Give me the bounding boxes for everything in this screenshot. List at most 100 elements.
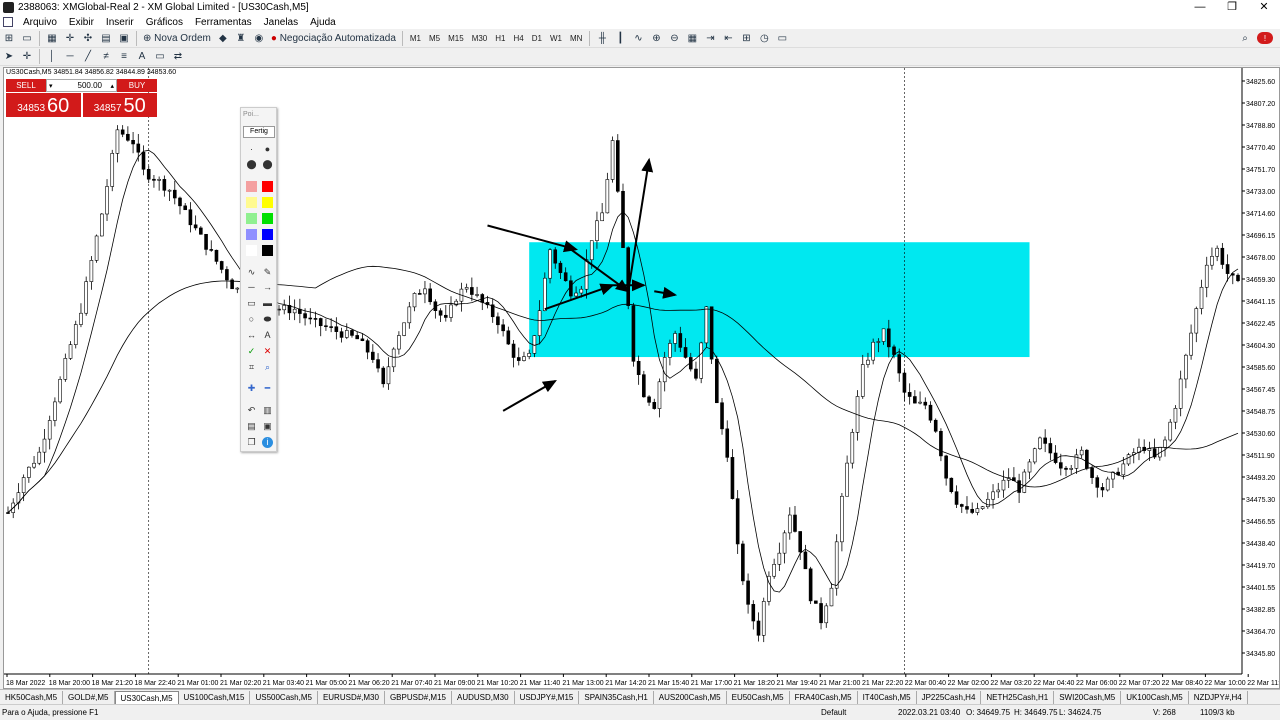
minimize-button[interactable]: — [1184,0,1216,15]
chart-tab[interactable]: GOLD#,M5 [63,690,115,704]
print-icon[interactable]: ▤ [246,421,257,432]
color-light-yellow[interactable] [246,197,257,208]
chart-tab[interactable]: SWI20Cash,M5 [1054,690,1122,704]
bar-chart-icon[interactable]: ╫ [594,30,610,46]
timeframe-h1[interactable]: H1 [491,34,509,43]
ellipse-icon[interactable]: ○ [246,314,257,325]
price-chart[interactable]: 34825.60 34807.20 34788.80 34770.40 34751.70… [4,68,1279,688]
crop-icon[interactable]: ⌗ [246,362,257,373]
lot-size-input[interactable]: ▾ 500.00 ▴ [46,79,117,92]
timeframe-m5[interactable]: M5 [425,34,444,43]
done-button[interactable]: Fertig [243,126,275,138]
color-light-green[interactable] [246,213,257,224]
timeframe-m1[interactable]: M1 [406,34,425,43]
candlestick-icon[interactable]: ┃ [612,30,628,46]
dot-xlarge-icon[interactable]: ⬤ [262,159,273,170]
color-black[interactable] [262,245,273,256]
timeframe-w1[interactable]: W1 [546,34,566,43]
dot-large-icon[interactable]: ⬤ [246,159,257,170]
zoom-out-icon[interactable]: ⊖ [666,30,682,46]
freehand-icon[interactable]: ∿ [246,267,257,278]
horizontal-line-icon[interactable]: ─ [62,49,78,65]
chart-tab[interactable]: UK100Cash,M5 [1121,690,1189,704]
menu-janelas[interactable]: Janelas [258,17,304,28]
label-icon[interactable]: ▭ [152,49,168,65]
tester-icon[interactable]: ▣ [116,30,132,46]
color-white[interactable] [246,245,257,256]
auto-scroll-icon[interactable]: ⇥ [702,30,718,46]
chart-tab[interactable]: HK50Cash,M5 [0,690,64,704]
search-icon[interactable]: ⌕ [1237,30,1253,46]
indicators-icon[interactable]: ⊞ [738,30,754,46]
line-chart-icon[interactable]: ∿ [630,30,646,46]
minus-icon[interactable]: ━ [262,383,273,394]
periods-icon[interactable]: ◷ [756,30,772,46]
chart-tab[interactable]: GBPUSD#,M15 [385,690,452,704]
lot-up-icon[interactable]: ▴ [110,81,114,92]
timeframe-d1[interactable]: D1 [528,34,546,43]
restore-button[interactable]: ❐ [1216,0,1248,15]
save-icon[interactable]: ▣ [262,421,273,432]
chart-tab[interactable]: US30Cash,M5 [114,690,179,704]
document-icon[interactable] [3,17,13,27]
chart-tab[interactable]: USDJPY#,M15 [515,690,580,704]
navigator-icon[interactable]: ✣ [80,30,96,46]
crosshair-icon[interactable]: ✛ [19,49,35,65]
templates-icon[interactable]: ▭ [774,30,790,46]
chart-tab[interactable]: JP225Cash,H4 [917,690,982,704]
trash-icon[interactable]: ▥ [262,405,273,416]
terminal-icon[interactable]: ▤ [98,30,114,46]
color-light-blue[interactable] [246,229,257,240]
menu-inserir[interactable]: Inserir [100,17,140,28]
chart-tab[interactable]: US500Cash,M5 [250,690,318,704]
dot-medium-icon[interactable]: ● [262,144,273,155]
signals-icon[interactable]: ♜ [233,30,249,46]
color-red[interactable] [262,181,273,192]
checkmark-icon[interactable]: ✓ [246,346,257,357]
chart-tab[interactable]: NZDJPY#,H4 [1189,690,1248,704]
chart-tab[interactable]: AUS200Cash,M5 [654,690,727,704]
plus-icon[interactable]: ✚ [246,383,257,394]
notification-icon[interactable]: ! [1257,32,1273,44]
metaeditor-icon[interactable]: ◆ [215,30,231,46]
chart-tab[interactable]: US100Cash,M15 [179,690,251,704]
arrows-icon[interactable]: ⇄ [170,49,186,65]
filled-rectangle-icon[interactable]: ▬ [262,298,273,309]
dot-small-icon[interactable]: · [246,144,257,155]
data-window-icon[interactable]: ✛ [62,30,78,46]
channel-icon[interactable]: ≠ [98,49,114,65]
color-blue[interactable] [262,229,273,240]
arrow-line-icon[interactable]: → [262,282,273,293]
menu-arquivo[interactable]: Arquivo [17,17,63,28]
close-button[interactable]: ✕ [1248,0,1280,15]
info-icon[interactable]: i [262,437,273,448]
chart-tab[interactable]: SPAIN35Cash,H1 [579,690,654,704]
menu-graficos[interactable]: Gráficos [140,17,189,28]
color-light-red[interactable] [246,181,257,192]
trendline-icon[interactable]: ╱ [80,49,96,65]
chart-tab[interactable]: NETH25Cash,H1 [981,690,1055,704]
text-tool-icon[interactable]: A [262,330,273,341]
menu-ferramentas[interactable]: Ferramentas [189,17,258,28]
buy-button[interactable]: BUY [117,79,157,92]
timeframe-h4[interactable]: H4 [509,34,527,43]
cross-icon[interactable]: ✕ [262,346,273,357]
color-green[interactable] [262,213,273,224]
timeframe-mn[interactable]: MN [566,34,586,43]
text-icon[interactable]: A [134,49,150,65]
cursor-icon[interactable]: ➤ [1,49,17,65]
sell-button[interactable]: SELL [6,79,46,92]
timeframe-m15[interactable]: M15 [444,34,468,43]
market-watch-icon[interactable]: ▦ [44,30,60,46]
chart-tab[interactable]: EURUSD#,M30 [318,690,385,704]
chart-tab[interactable]: FRA40Cash,M5 [790,690,858,704]
chart-tab[interactable]: IT40Cash,M5 [858,690,917,704]
pencil-icon[interactable]: ✎ [262,267,273,278]
buy-price[interactable]: 34857 50 [82,93,157,117]
double-arrow-icon[interactable]: ↔ [246,330,257,341]
chart-shift-icon[interactable]: ⇤ [720,30,736,46]
fibonacci-icon[interactable]: ≡ [116,49,132,65]
market-icon[interactable]: ◉ [251,30,267,46]
lot-down-icon[interactable]: ▾ [49,81,53,92]
new-order-button[interactable]: ⊕ Nova Ordem [141,30,213,46]
